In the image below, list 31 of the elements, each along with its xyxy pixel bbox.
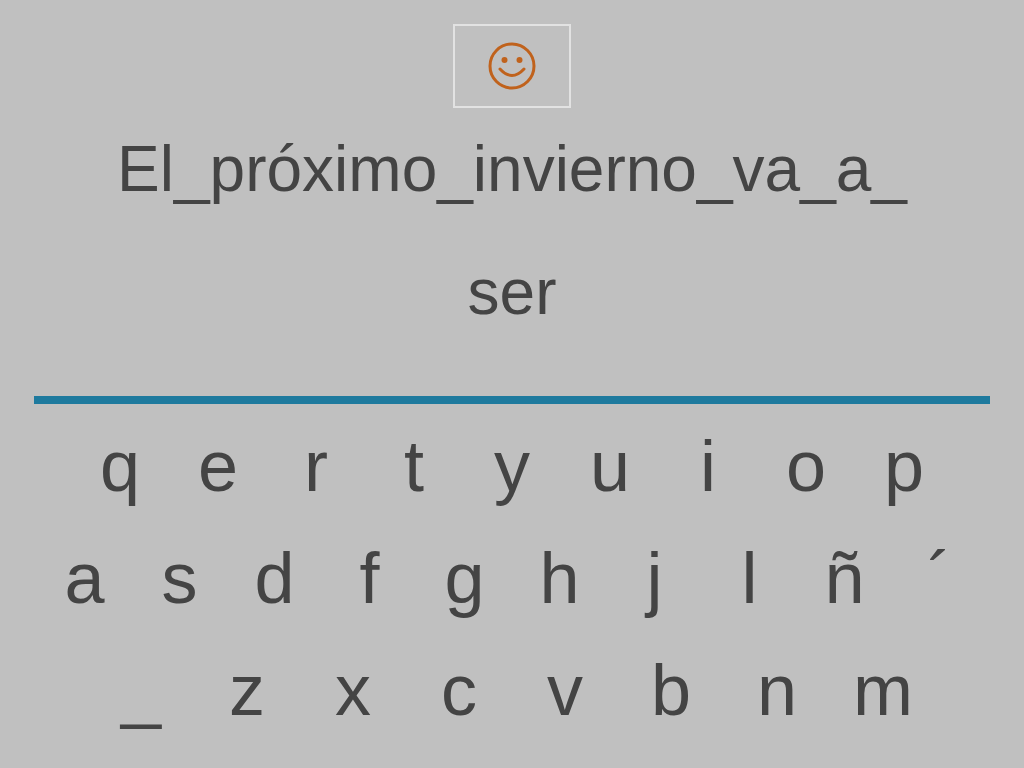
letter-key[interactable]: o (757, 418, 855, 514)
letter-key[interactable]: v (512, 642, 618, 738)
letter-key[interactable]: r (267, 418, 365, 514)
letter-key[interactable]: _ (88, 642, 194, 738)
letter-key[interactable]: t (365, 418, 463, 514)
sentence-text: ser (467, 255, 557, 330)
letter-key[interactable]: ´ (892, 530, 987, 626)
letter-key[interactable]: ñ (797, 530, 892, 626)
letter-key[interactable]: m (830, 642, 936, 738)
letter-key[interactable]: f (322, 530, 417, 626)
hint-button[interactable] (453, 24, 571, 108)
letter-key[interactable]: i (659, 418, 757, 514)
letter-key[interactable]: y (463, 418, 561, 514)
letter-key[interactable]: j (607, 530, 702, 626)
letter-key[interactable]: n (724, 642, 830, 738)
letter-key[interactable]: a (37, 530, 132, 626)
letter-key[interactable]: p (855, 418, 953, 514)
letter-key[interactable]: g (417, 530, 512, 626)
letter-key[interactable]: u (561, 418, 659, 514)
smiley-icon (487, 41, 537, 91)
letter-key[interactable]: z (194, 642, 300, 738)
letter-key[interactable]: e (169, 418, 267, 514)
letter-key[interactable]: h (512, 530, 607, 626)
letter-key[interactable]: s (132, 530, 227, 626)
letter-key[interactable]: x (300, 642, 406, 738)
letter-key[interactable]: q (71, 418, 169, 514)
letter-key[interactable]: l (702, 530, 797, 626)
sentence-text: El_próximo_invierno_va_a_ (117, 132, 907, 207)
letter-key[interactable]: d (227, 530, 322, 626)
letter-key[interactable]: b (618, 642, 724, 738)
letter-key[interactable]: c (406, 642, 512, 738)
